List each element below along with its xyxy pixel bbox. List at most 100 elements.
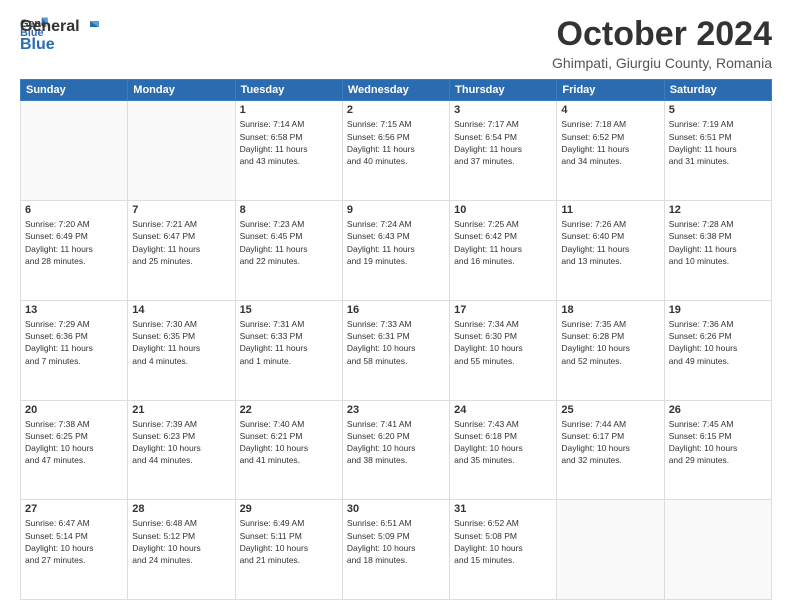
- day-number: 22: [240, 404, 338, 416]
- table-row: 1Sunrise: 7:14 AMSunset: 6:58 PMDaylight…: [235, 101, 342, 201]
- day-number: 23: [347, 404, 445, 416]
- table-row: 7 Sunrise: 7:21 AMSunset: 6:47 PMDaylight…: [128, 201, 235, 301]
- day-number: 28: [132, 503, 230, 515]
- day-info: Sunrise: 7:26 AMSunset: 6:40 PMDaylight:…: [561, 218, 659, 267]
- table-row: 25 Sunrise: 7:44 AMSunset: 6:17 PMDayligh…: [557, 400, 664, 500]
- logo-blue-text: Blue: [20, 36, 55, 53]
- day-number: 14: [132, 304, 230, 316]
- table-row: 20Sunrise: 7:38 AMSunset: 6:25 PMDayligh…: [21, 400, 128, 500]
- header-wednesday: Wednesday: [342, 80, 449, 101]
- table-row: 4 Sunrise: 7:18 AMSunset: 6:52 PMDaylight…: [557, 101, 664, 201]
- table-row: 27 Sunrise: 6:47 AMSunset: 5:14 PMDayligh…: [21, 500, 128, 600]
- day-info: Sunrise: 7:43 AMSunset: 6:18 PMDaylight:…: [454, 418, 552, 467]
- day-number: 5: [669, 104, 767, 116]
- day-info: Sunrise: 7:29 AMSunset: 6:36 PMDaylight:…: [25, 318, 123, 367]
- day-number: 21: [132, 404, 230, 416]
- day-info: Sunrise: 6:48 AMSunset: 5:12 PMDaylight:…: [132, 517, 230, 566]
- logo: General Blue General Blue: [20, 16, 100, 54]
- day-info: Sunrise: 7:28 AMSunset: 6:38 PMDaylight:…: [669, 218, 767, 267]
- table-row: 12 Sunrise: 7:28 AMSunset: 6:38 PMDayligh…: [664, 201, 771, 301]
- table-row: 31 Sunrise: 6:52 AMSunset: 5:08 PMDayligh…: [450, 500, 557, 600]
- day-info: Sunrise: 7:44 AMSunset: 6:17 PMDaylight:…: [561, 418, 659, 467]
- day-info: Sunrise: 7:45 AMSunset: 6:15 PMDaylight:…: [669, 418, 767, 467]
- day-number: 4: [561, 104, 659, 116]
- table-row: 26 Sunrise: 7:45 AMSunset: 6:15 PMDayligh…: [664, 400, 771, 500]
- table-row: 21 Sunrise: 7:39 AMSunset: 6:23 PMDayligh…: [128, 400, 235, 500]
- table-row: 11Sunrise: 7:26 AMSunset: 6:40 PMDayligh…: [557, 201, 664, 301]
- title-month: October 2024: [552, 16, 772, 53]
- day-info: Sunrise: 7:30 AMSunset: 6:35 PMDaylight:…: [132, 318, 230, 367]
- day-number: 9: [347, 204, 445, 216]
- calendar-week-row: 1Sunrise: 7:14 AMSunset: 6:58 PMDaylight…: [21, 101, 772, 201]
- table-row: 30 Sunrise: 6:51 AMSunset: 5:09 PMDayligh…: [342, 500, 449, 600]
- day-info: Sunrise: 7:15 AMSunset: 6:56 PMDaylight:…: [347, 118, 445, 167]
- day-number: 3: [454, 104, 552, 116]
- calendar-table: Sunday Monday Tuesday Wednesday Thursday…: [20, 79, 772, 600]
- day-info: Sunrise: 7:33 AMSunset: 6:31 PMDaylight:…: [347, 318, 445, 367]
- table-row: 6 Sunrise: 7:20 AMSunset: 6:49 PMDaylight…: [21, 201, 128, 301]
- day-number: 26: [669, 404, 767, 416]
- table-row: 28 Sunrise: 6:48 AMSunset: 5:12 PMDayligh…: [128, 500, 235, 600]
- logo-general-text: General: [20, 18, 80, 36]
- day-info: Sunrise: 6:52 AMSunset: 5:08 PMDaylight:…: [454, 517, 552, 566]
- day-number: 18: [561, 304, 659, 316]
- table-row: 22 Sunrise: 7:40 AMSunset: 6:21 PMDayligh…: [235, 400, 342, 500]
- table-row: 19 Sunrise: 7:36 AMSunset: 6:26 PMDayligh…: [664, 300, 771, 400]
- table-row: 2 Sunrise: 7:15 AMSunset: 6:56 PMDaylight…: [342, 101, 449, 201]
- day-info: Sunrise: 7:41 AMSunset: 6:20 PMDaylight:…: [347, 418, 445, 467]
- day-number: 16: [347, 304, 445, 316]
- day-number: 24: [454, 404, 552, 416]
- table-row: [21, 101, 128, 201]
- table-row: 18 Sunrise: 7:35 AMSunset: 6:28 PMDayligh…: [557, 300, 664, 400]
- table-row: 8 Sunrise: 7:23 AMSunset: 6:45 PMDaylight…: [235, 201, 342, 301]
- page: General Blue General Blue October 2024 G…: [0, 0, 792, 612]
- day-info: Sunrise: 7:20 AMSunset: 6:49 PMDaylight:…: [25, 218, 123, 267]
- day-info: Sunrise: 6:51 AMSunset: 5:09 PMDaylight:…: [347, 517, 445, 566]
- day-info: Sunrise: 7:39 AMSunset: 6:23 PMDaylight:…: [132, 418, 230, 467]
- calendar-week-row: 13 Sunrise: 7:29 AMSunset: 6:36 PMDayligh…: [21, 300, 772, 400]
- day-info: Sunrise: 7:36 AMSunset: 6:26 PMDaylight:…: [669, 318, 767, 367]
- day-number: 6: [25, 204, 123, 216]
- calendar-week-row: 6 Sunrise: 7:20 AMSunset: 6:49 PMDaylight…: [21, 201, 772, 301]
- table-row: 3 Sunrise: 7:17 AMSunset: 6:54 PMDaylight…: [450, 101, 557, 201]
- day-number: 15: [240, 304, 338, 316]
- day-number: 7: [132, 204, 230, 216]
- logo-bird-icon: [81, 20, 99, 34]
- calendar-week-row: 20Sunrise: 7:38 AMSunset: 6:25 PMDayligh…: [21, 400, 772, 500]
- table-row: [557, 500, 664, 600]
- table-row: [128, 101, 235, 201]
- day-number: 12: [669, 204, 767, 216]
- day-info: Sunrise: 7:23 AMSunset: 6:45 PMDaylight:…: [240, 218, 338, 267]
- day-info: Sunrise: 7:31 AMSunset: 6:33 PMDaylight:…: [240, 318, 338, 367]
- header-monday: Monday: [128, 80, 235, 101]
- table-row: 23 Sunrise: 7:41 AMSunset: 6:20 PMDayligh…: [342, 400, 449, 500]
- day-info: Sunrise: 7:24 AMSunset: 6:43 PMDaylight:…: [347, 218, 445, 267]
- header-friday: Friday: [557, 80, 664, 101]
- day-number: 13: [25, 304, 123, 316]
- day-number: 29: [240, 503, 338, 515]
- day-info: Sunrise: 7:19 AMSunset: 6:51 PMDaylight:…: [669, 118, 767, 167]
- table-row: 15 Sunrise: 7:31 AMSunset: 6:33 PMDayligh…: [235, 300, 342, 400]
- day-info: Sunrise: 7:17 AMSunset: 6:54 PMDaylight:…: [454, 118, 552, 167]
- day-info: Sunrise: 7:25 AMSunset: 6:42 PMDaylight:…: [454, 218, 552, 267]
- day-number: 8: [240, 204, 338, 216]
- day-number: 19: [669, 304, 767, 316]
- day-info: Sunrise: 7:18 AMSunset: 6:52 PMDaylight:…: [561, 118, 659, 167]
- day-number: 31: [454, 503, 552, 515]
- day-info: Sunrise: 7:35 AMSunset: 6:28 PMDaylight:…: [561, 318, 659, 367]
- header-tuesday: Tuesday: [235, 80, 342, 101]
- table-row: 14 Sunrise: 7:30 AMSunset: 6:35 PMDayligh…: [128, 300, 235, 400]
- day-info: Sunrise: 6:49 AMSunset: 5:11 PMDaylight:…: [240, 517, 338, 566]
- day-number: 17: [454, 304, 552, 316]
- table-row: 13 Sunrise: 7:29 AMSunset: 6:36 PMDayligh…: [21, 300, 128, 400]
- table-row: 10Sunrise: 7:25 AMSunset: 6:42 PMDayligh…: [450, 201, 557, 301]
- day-number: 27: [25, 503, 123, 515]
- day-info: Sunrise: 7:40 AMSunset: 6:21 PMDaylight:…: [240, 418, 338, 467]
- day-info: Sunrise: 6:47 AMSunset: 5:14 PMDaylight:…: [25, 517, 123, 566]
- table-row: 16 Sunrise: 7:33 AMSunset: 6:31 PMDayligh…: [342, 300, 449, 400]
- day-number: 30: [347, 503, 445, 515]
- day-number: 25: [561, 404, 659, 416]
- day-number: 2: [347, 104, 445, 116]
- day-info: Sunrise: 7:21 AMSunset: 6:47 PMDaylight:…: [132, 218, 230, 267]
- table-row: 29 Sunrise: 6:49 AMSunset: 5:11 PMDayligh…: [235, 500, 342, 600]
